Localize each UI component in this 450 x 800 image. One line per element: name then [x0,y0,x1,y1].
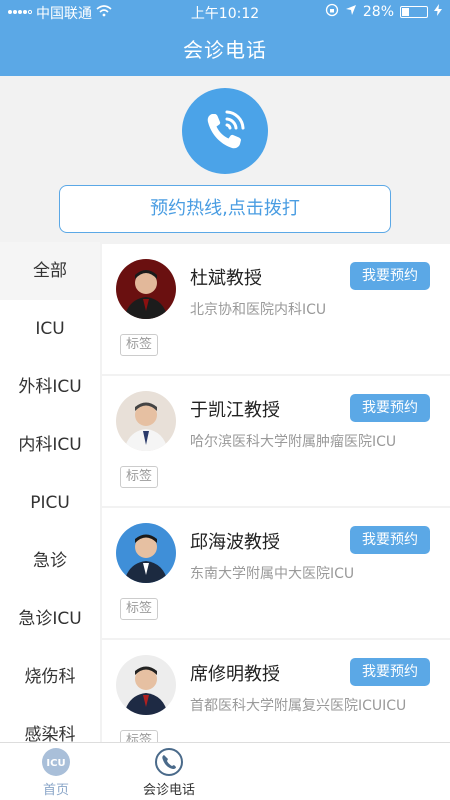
doctor-name: 于凯江教授 [190,400,280,421]
battery-icon [400,6,428,18]
sidebar-item-icu[interactable]: ICU [0,300,100,358]
tab-home-label: 首页 [42,783,69,798]
book-button[interactable]: 我要预约 [350,526,430,554]
doctor-hospital: 北京协和医院内科ICU [190,302,327,318]
doctor-name: 邱海波教授 [190,532,280,553]
sidebar-item-burns[interactable]: 烧伤科 [0,648,100,706]
sidebar-item-medical-icu[interactable]: 内科ICU [0,416,100,474]
doctor-hospital: 首都医科大学附属复兴医院ICUICU [190,698,407,714]
phone-icon [154,747,184,777]
sidebar-item-surgical-icu[interactable]: 外科ICU [0,358,100,416]
book-button[interactable]: 我要预约 [350,262,430,290]
doctor-tag: 标签 [120,334,159,356]
charging-icon [434,4,442,20]
doctor-name: 席修明教授 [190,664,280,685]
battery-level [402,8,409,16]
rotation-lock-icon [325,3,339,21]
hero-section: 预约热线,点击拨打 [0,76,450,242]
doctor-hospital: 哈尔滨医科大学附属肿瘤医院ICU [190,434,397,450]
sidebar-item-emergency-icu[interactable]: 急诊ICU [0,590,100,648]
doctor-hospital: 东南大学附属中大医院ICU [190,566,355,582]
book-button[interactable]: 我要预约 [350,394,430,422]
doctor-avatar [116,655,176,715]
category-sidebar: 全部 ICU 外科ICU 内科ICU PICU 急诊 急诊ICU 烧伤科 感染科 [0,242,100,764]
location-icon [345,4,357,20]
nav-bar: 会诊电话 [0,24,450,76]
doctor-tag: 标签 [120,598,159,620]
icu-icon: ICU [41,747,71,777]
status-bar: 中国联通 上午10:12 28% [0,0,450,24]
doctor-avatar [116,259,176,319]
hotline-button[interactable]: 预约热线,点击拨打 [59,185,391,233]
book-button[interactable]: 我要预约 [350,658,430,686]
doctor-card[interactable]: 于凯江教授 我要预约 哈尔滨医科大学附属肿瘤医院ICU 标签 [102,376,450,506]
tab-bar: ICU 首页 会诊电话 [0,742,450,800]
doctor-card[interactable]: 杜斌教授 我要预约 北京协和医院内科ICU 标签 [102,244,450,374]
doctor-avatar [116,391,176,451]
clock-label: 上午10:12 [190,6,260,22]
doctor-name: 杜斌教授 [190,268,262,289]
sidebar-item-emergency[interactable]: 急诊 [0,532,100,590]
sidebar-item-all[interactable]: 全部 [0,242,100,300]
battery-percent: 28% [362,4,394,20]
doctor-avatar [116,523,176,583]
doctor-card[interactable]: 席修明教授 我要预约 首都医科大学附属复兴医院ICUICU 标签 [102,640,450,742]
phone-icon[interactable] [182,88,268,174]
page-title: 会诊电话 [183,38,267,62]
svg-text:ICU: ICU [46,758,65,769]
doctor-list: 杜斌教授 我要预约 北京协和医院内科ICU 标签 于凯江教授 我要预约 哈尔滨医… [102,242,450,742]
tab-consult-label: 会诊电话 [142,783,195,798]
doctor-card[interactable]: 邱海波教授 我要预约 东南大学附属中大医院ICU 标签 [102,508,450,638]
doctor-tag: 标签 [120,730,159,742]
tab-home[interactable]: ICU 首页 [11,743,101,800]
sidebar-item-picu[interactable]: PICU [0,474,100,532]
doctor-tag: 标签 [120,466,159,488]
tab-consult-phone[interactable]: 会诊电话 [124,743,214,800]
